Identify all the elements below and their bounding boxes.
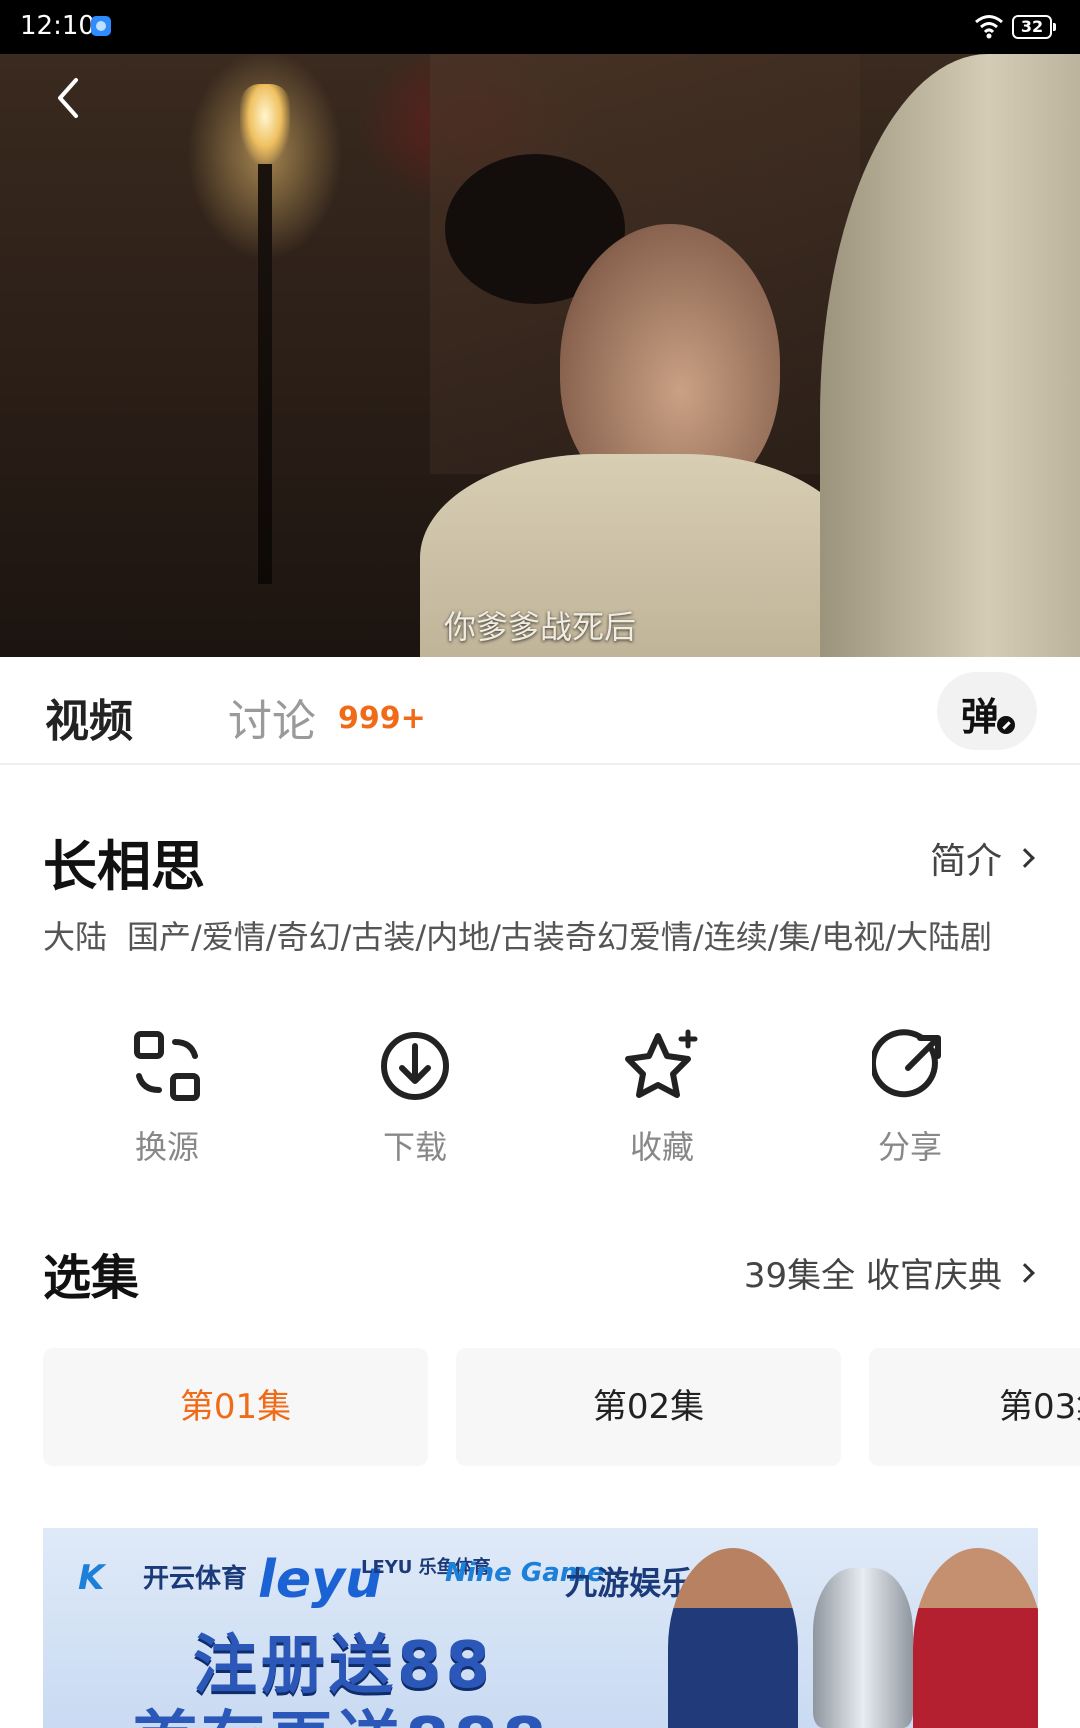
show-tags: 大陆 国产/爱情/奇幻/古装/内地/古装奇幻爱情/连续/集/电视/大陆剧 <box>43 912 1038 958</box>
episode-item-01[interactable]: 第01集 <box>43 1348 428 1466</box>
switch-source-icon <box>134 1031 200 1101</box>
tab-discussion[interactable]: 讨论 <box>228 685 316 749</box>
download-button[interactable]: 下载 <box>335 1020 495 1168</box>
video-subtitle: 你爹爹战死后 <box>443 608 636 646</box>
intro-label: 简介 <box>929 841 1002 882</box>
status-bar: 12:10 32 <box>0 0 1080 54</box>
banner-subline: 首存再送888 <box>133 1690 551 1728</box>
kaiyun-brand: 开云体育 <box>143 1564 248 1594</box>
action-bar: 换源 下载 收藏 分享 <box>0 1020 1080 1170</box>
download-icon <box>381 1032 449 1100</box>
intro-link[interactable]: 简介 <box>930 832 1038 884</box>
show-region: 大陆 <box>43 918 108 956</box>
favorite-button[interactable]: 收藏 <box>582 1020 742 1168</box>
switch-source-label: 换源 <box>134 1128 199 1166</box>
episode-item-03[interactable]: 第03集 <box>869 1348 1080 1466</box>
banner-player-right <box>913 1548 1038 1728</box>
show-genre-tags: 国产/爱情/奇幻/古装/内地/古装奇幻爱情/连续/集/电视/大陆剧 <box>127 918 993 956</box>
video-player[interactable]: 你爹爹战死后 <box>0 54 1080 657</box>
wifi-icon <box>975 15 1003 39</box>
show-title: 长相思 <box>43 835 205 898</box>
episodes-all-link[interactable]: 39集全 收官庆典 <box>744 1248 1038 1297</box>
share-button[interactable]: 分享 <box>830 1020 990 1168</box>
episodes-summary: 39集全 收官庆典 <box>743 1256 1002 1296</box>
episode-item-02[interactable]: 第02集 <box>456 1348 841 1466</box>
discussion-count-badge: 999+ <box>338 701 426 736</box>
chevron-right-icon <box>1015 848 1035 868</box>
episode-list: 第01集 第02集 第03集 <box>43 1348 1080 1466</box>
episodes-heading: 选集 <box>43 1250 140 1306</box>
status-time: 12:10 <box>20 11 95 41</box>
kaiyun-logo: K <box>78 1558 105 1598</box>
danmu-toggle-button[interactable]: 弹 <box>937 672 1037 750</box>
video-candle <box>240 84 290 164</box>
ad-banner[interactable]: K 开云体育 leyu LEYU 乐鱼体育 Nine Game 九游娱乐 注册送… <box>43 1528 1038 1728</box>
chevron-right-icon <box>1015 1262 1035 1283</box>
switch-source-button[interactable]: 换源 <box>87 1020 247 1168</box>
trophy-icon <box>813 1568 913 1728</box>
tab-video[interactable]: 视频 <box>45 685 133 749</box>
content-tabs: 视频 讨论 999+ 弹 <box>0 657 1080 765</box>
share-icon <box>872 1029 941 1098</box>
favorite-label: 收藏 <box>629 1128 694 1166</box>
share-label: 分享 <box>877 1128 942 1166</box>
app-notification-icon <box>91 16 111 36</box>
banner-player-left <box>668 1548 798 1728</box>
jiuyou-brand: 九游娱乐 <box>565 1564 694 1602</box>
danmu-edit-icon <box>995 714 1017 736</box>
danmu-icon: 弹 <box>961 695 1000 739</box>
video-candle-stand <box>258 164 272 584</box>
back-icon[interactable] <box>48 70 88 126</box>
battery-indicator: 32 <box>1012 15 1056 39</box>
favorite-star-icon <box>625 1029 698 1098</box>
download-label: 下载 <box>382 1128 447 1166</box>
